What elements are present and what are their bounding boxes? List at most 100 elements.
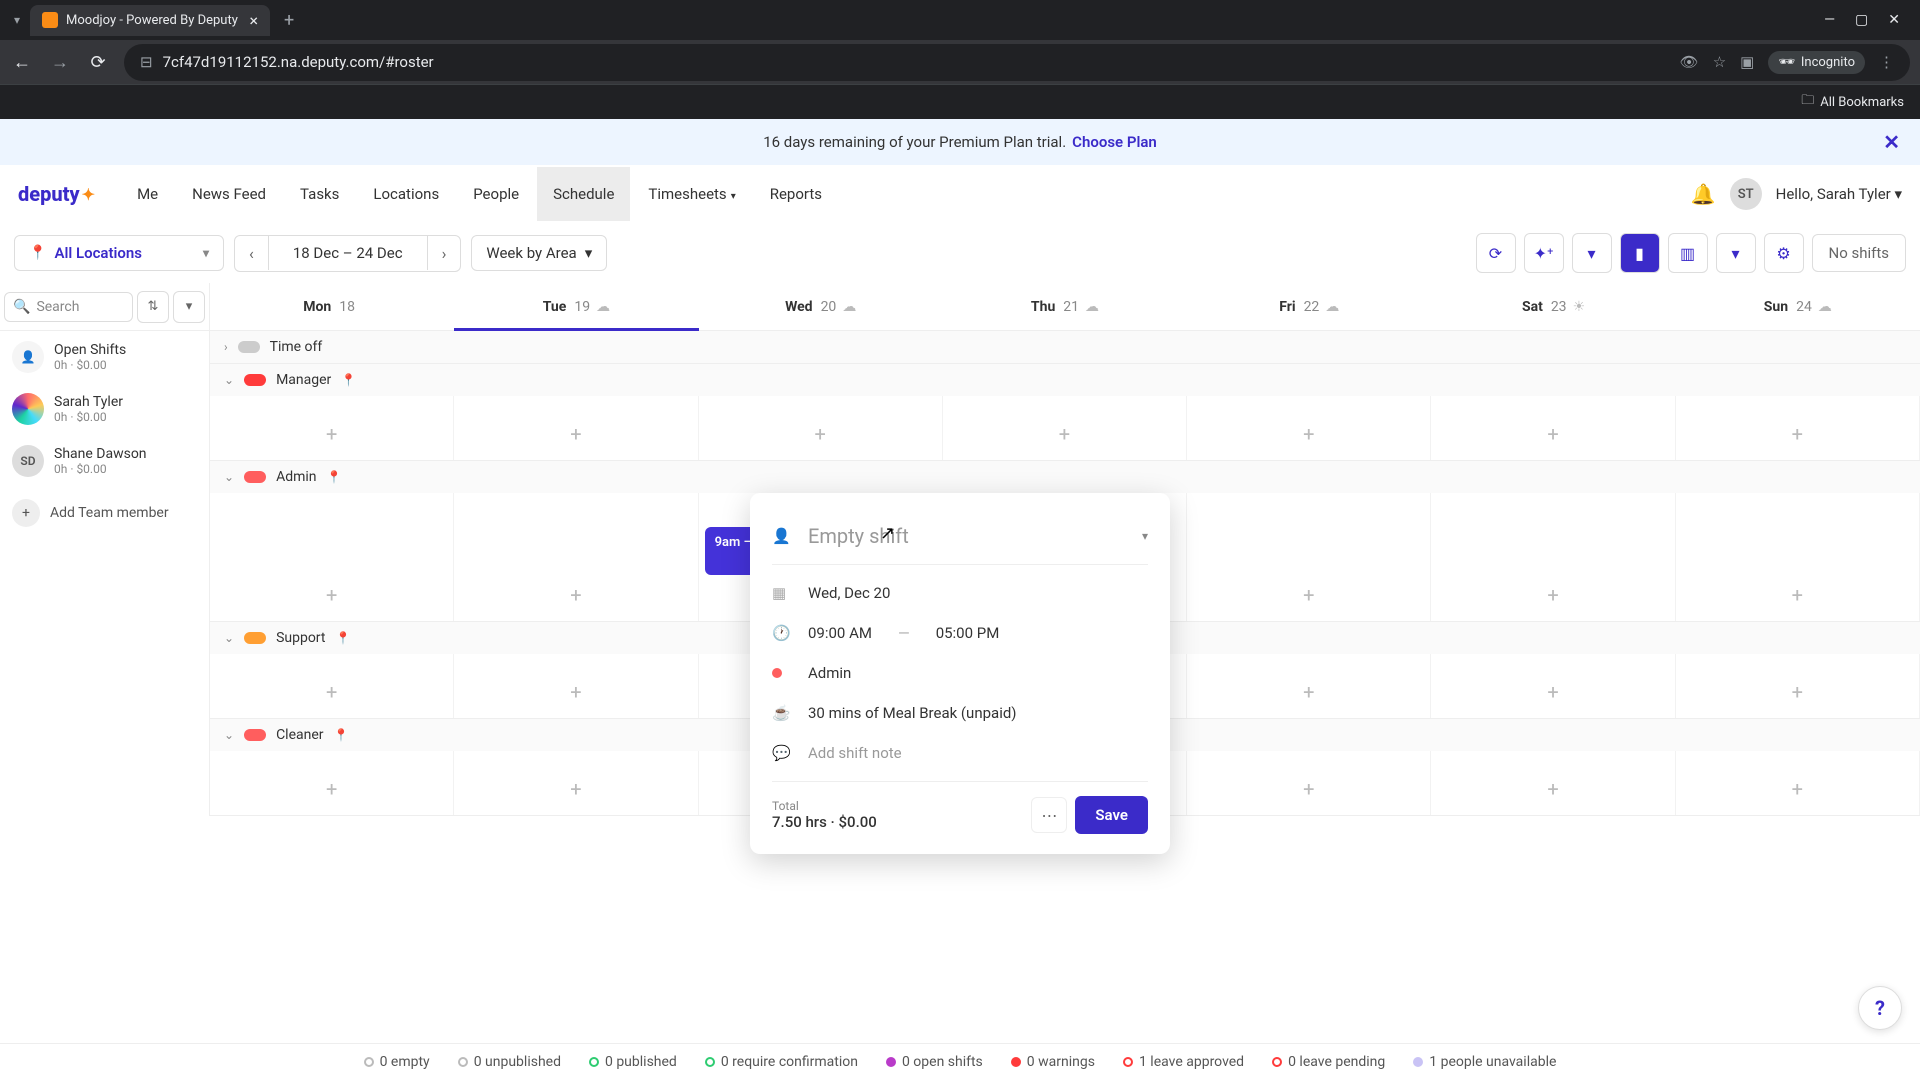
sort-button[interactable]: ⇅	[137, 291, 169, 323]
url-bar[interactable]: ⊟ 7cf47d19112152.na.deputy.com/#roster 👁…	[124, 44, 1910, 81]
add-shift-button[interactable]: +	[1539, 414, 1566, 454]
status-item[interactable]: 1 people unavailable	[1413, 1054, 1556, 1070]
shift-start-time[interactable]: 09:00 AM	[808, 624, 872, 642]
site-settings-icon[interactable]: ⊟	[140, 53, 153, 71]
area-header[interactable]: ⌄Manager📍	[210, 364, 1920, 396]
status-item[interactable]: 1 leave approved	[1123, 1054, 1244, 1070]
add-shift-button[interactable]: +	[562, 575, 589, 615]
add-shift-button[interactable]: +	[1784, 672, 1811, 712]
chevron-down-icon[interactable]: ⌄	[224, 373, 234, 387]
deputy-logo[interactable]: deputy✦	[18, 182, 95, 206]
copy-button[interactable]: ▮	[1620, 233, 1660, 273]
add-shift-button[interactable]: +	[1784, 769, 1811, 809]
add-shift-button[interactable]: +	[318, 414, 345, 454]
status-item[interactable]: 0 require confirmation	[705, 1054, 858, 1070]
notifications-icon[interactable]: 🔔	[1691, 182, 1716, 206]
maximize-icon[interactable]: ▢	[1855, 12, 1868, 28]
chevron-down-icon[interactable]: ⌄	[224, 728, 234, 742]
day-cell[interactable]: +	[1676, 654, 1920, 718]
add-shift-button[interactable]: +	[562, 414, 589, 454]
add-shift-button[interactable]: +	[1051, 414, 1078, 454]
new-tab-button[interactable]: +	[274, 6, 304, 35]
user-greeting[interactable]: Hello, Sarah Tyler ▾	[1776, 185, 1902, 203]
day-cell[interactable]: +	[1431, 751, 1675, 815]
visibility-off-icon[interactable]: 👁	[1680, 53, 1699, 71]
filter-button[interactable]: ▾	[173, 291, 205, 323]
build-menu-button[interactable]: ▾	[1572, 233, 1612, 273]
chevron-down-icon[interactable]: ▾	[1142, 529, 1148, 543]
area-header[interactable]: ⌄Admin📍	[210, 461, 1920, 493]
nav-item-tasks[interactable]: Tasks	[284, 167, 355, 221]
view-selector[interactable]: Week by Area ▾	[471, 235, 607, 271]
status-item[interactable]: 0 unpublished	[458, 1054, 561, 1070]
help-button[interactable]: ?	[1858, 986, 1902, 1030]
nav-item-locations[interactable]: Locations	[357, 167, 455, 221]
auto-build-button[interactable]: ✦⁺	[1524, 233, 1564, 273]
panel-icon[interactable]: ▣	[1740, 53, 1754, 71]
add-shift-button[interactable]: +	[1784, 414, 1811, 454]
day-cell[interactable]: +	[454, 654, 698, 718]
status-item[interactable]: 0 warnings	[1011, 1054, 1095, 1070]
area-header[interactable]: ›Time off	[210, 331, 1920, 363]
close-window-icon[interactable]: ✕	[1888, 12, 1900, 28]
add-team-member-button[interactable]: + Add Team member	[0, 487, 209, 539]
person-row[interactable]: Sarah Tyler0h · $0.00	[0, 383, 209, 435]
add-shift-button[interactable]: +	[1784, 575, 1811, 615]
stats-button[interactable]: ▥	[1668, 233, 1708, 273]
forward-button[interactable]: →	[48, 50, 72, 74]
add-shift-button[interactable]: +	[318, 575, 345, 615]
chevron-right-icon[interactable]: ›	[224, 340, 228, 354]
day-header[interactable]: Mon 18	[210, 283, 454, 330]
prev-week-button[interactable]: ‹	[235, 236, 268, 271]
menu-icon[interactable]: ⋮	[1879, 53, 1894, 71]
nav-item-reports[interactable]: Reports	[754, 167, 838, 221]
chevron-down-icon[interactable]: ⌄	[224, 631, 234, 645]
add-shift-button[interactable]: +	[318, 769, 345, 809]
shift-area[interactable]: Admin	[808, 664, 851, 682]
day-cell[interactable]: +	[454, 751, 698, 815]
add-shift-button[interactable]: +	[1539, 575, 1566, 615]
save-button[interactable]: Save	[1075, 796, 1148, 834]
shift-assignee-select[interactable]: Empty shift	[808, 524, 1124, 548]
day-cell[interactable]: +	[1676, 751, 1920, 815]
avatar[interactable]: ST	[1730, 178, 1762, 210]
next-week-button[interactable]: ›	[428, 236, 461, 271]
add-shift-button[interactable]: +	[1295, 672, 1322, 712]
nav-item-me[interactable]: Me	[121, 167, 174, 221]
shift-end-time[interactable]: 05:00 PM	[936, 624, 1000, 642]
refresh-button[interactable]: ⟳	[1476, 233, 1516, 273]
date-range[interactable]: 18 Dec – 24 Dec	[268, 236, 428, 270]
day-cell[interactable]: +	[1676, 493, 1920, 621]
day-cell[interactable]: +	[1431, 493, 1675, 621]
tabs-dropdown-icon[interactable]: ▾	[8, 9, 26, 31]
day-cell[interactable]: +	[1431, 396, 1675, 460]
day-cell[interactable]: +	[1187, 654, 1431, 718]
nav-item-timesheets[interactable]: Timesheets▾	[632, 167, 751, 221]
day-cell[interactable]: +	[210, 751, 454, 815]
day-header[interactable]: Sat 23 ☀	[1431, 283, 1675, 330]
day-header[interactable]: Wed 20 ☁	[699, 283, 943, 330]
shift-date[interactable]: Wed, Dec 20	[808, 584, 890, 602]
day-cell[interactable]: +	[210, 493, 454, 621]
day-header[interactable]: Tue 19 ☁	[454, 283, 698, 330]
publish-button[interactable]: No shifts	[1812, 234, 1907, 272]
add-shift-button[interactable]: +	[1539, 672, 1566, 712]
add-shift-button[interactable]: +	[1539, 769, 1566, 809]
add-shift-button[interactable]: +	[562, 672, 589, 712]
more-options-button[interactable]: ⋯	[1031, 797, 1067, 833]
day-cell[interactable]: +	[210, 654, 454, 718]
browser-tab[interactable]: Moodjoy - Powered By Deputy ×	[30, 5, 270, 36]
day-cell[interactable]: +	[1187, 396, 1431, 460]
add-shift-button[interactable]: +	[1295, 575, 1322, 615]
day-cell[interactable]: +	[1676, 396, 1920, 460]
day-cell[interactable]: +	[1187, 493, 1431, 621]
day-cell[interactable]: +	[1187, 751, 1431, 815]
person-row[interactable]: 👤Open Shifts0h · $0.00	[0, 331, 209, 383]
shift-note-input[interactable]: Add shift note	[808, 744, 902, 762]
choose-plan-link[interactable]: Choose Plan	[1072, 133, 1157, 151]
shift-break[interactable]: 30 mins of Meal Break (unpaid)	[808, 704, 1017, 722]
location-selector[interactable]: 📍 All Locations ▾	[14, 235, 224, 271]
back-button[interactable]: ←	[10, 50, 34, 74]
nav-item-news-feed[interactable]: News Feed	[176, 167, 282, 221]
add-shift-button[interactable]: +	[318, 672, 345, 712]
